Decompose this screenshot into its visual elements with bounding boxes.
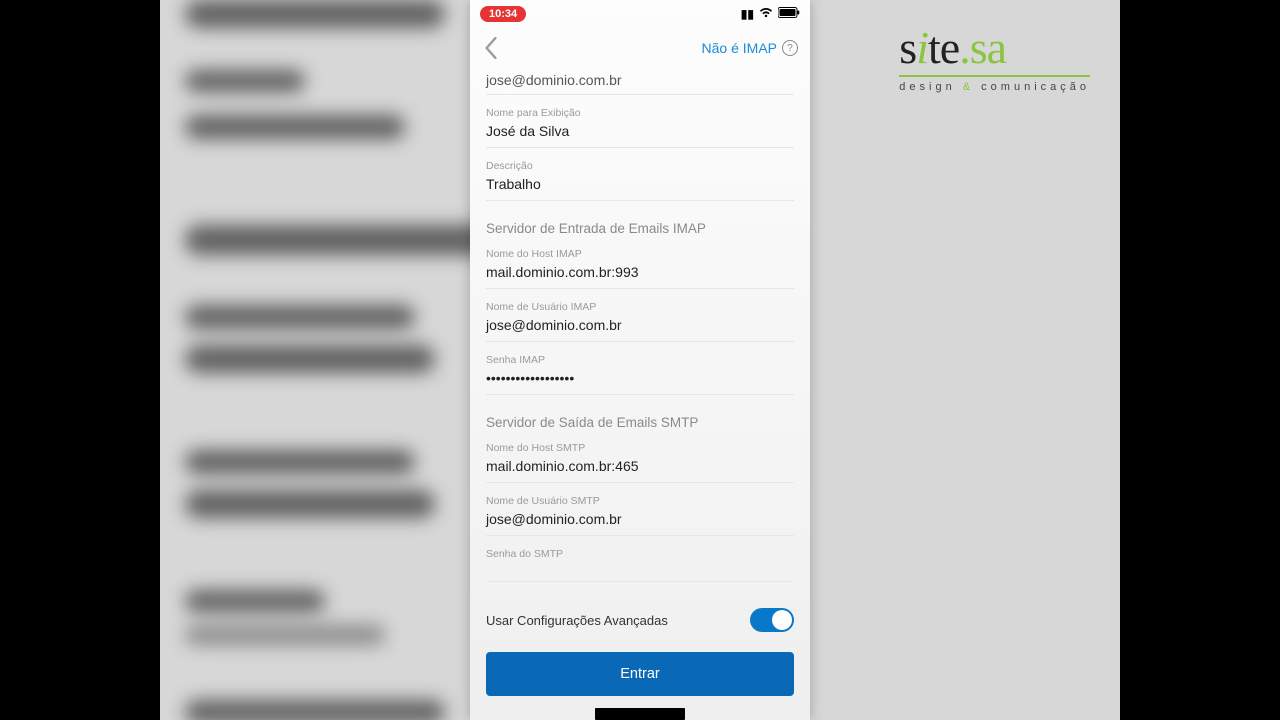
imap-pass-label: Senha IMAP (486, 354, 794, 366)
bg-blur (185, 700, 445, 720)
smtp-host-label: Nome do Host SMTP (486, 442, 794, 454)
cellular-icon: ▮▮ (741, 7, 754, 21)
toggle-knob (772, 610, 792, 630)
bg-blur (185, 0, 445, 28)
imap-host-label: Nome do Host IMAP (486, 248, 794, 260)
display-name-label: Nome para Exibição (486, 107, 794, 119)
back-button[interactable] (476, 33, 506, 63)
battery-icon (778, 7, 800, 21)
bg-blur (185, 625, 385, 645)
email-field[interactable]: jose@dominio.com.br (486, 68, 794, 95)
advanced-label: Usar Configurações Avançadas (486, 613, 668, 628)
imap-pass-field[interactable]: •••••••••••••••••• (486, 366, 794, 395)
description-field[interactable]: Trabalho (486, 172, 794, 201)
wifi-icon (759, 7, 773, 21)
advanced-toggle-row: Usar Configurações Avançadas (486, 608, 794, 632)
bg-blur (185, 345, 435, 373)
bg-blur (185, 490, 435, 518)
imap-user-field[interactable]: jose@dominio.com.br (486, 313, 794, 342)
nav-row: Não é IMAP ? (470, 28, 810, 68)
display-name-field[interactable]: José da Silva (486, 119, 794, 148)
not-imap-link[interactable]: Não é IMAP ? (702, 40, 798, 56)
smtp-host-field[interactable]: mail.dominio.com.br:465 (486, 454, 794, 483)
advanced-toggle[interactable] (750, 608, 794, 632)
bg-blur (185, 590, 325, 612)
bg-blur (185, 305, 415, 329)
smtp-section-title: Servidor de Saída de Emails SMTP (486, 415, 794, 430)
not-imap-label: Não é IMAP (702, 40, 777, 56)
imap-section-title: Servidor de Entrada de Emails IMAP (486, 221, 794, 236)
smtp-user-field[interactable]: jose@dominio.com.br (486, 507, 794, 536)
form-area: jose@dominio.com.br Nome para Exibição J… (470, 68, 810, 720)
brand-wordmark: site.sa (899, 25, 1090, 71)
brand-tagline: design & comunicação (899, 81, 1090, 93)
stage-background: site.sa design & comunicação 10:34 ▮▮ (160, 0, 1120, 720)
brand-logo: site.sa design & comunicação (899, 25, 1090, 93)
status-time: 10:34 (480, 6, 526, 22)
sign-in-button[interactable]: Entrar (486, 652, 794, 696)
smtp-user-label: Nome de Usuário SMTP (486, 495, 794, 507)
bg-blur (185, 70, 305, 92)
imap-host-field[interactable]: mail.dominio.com.br:993 (486, 260, 794, 289)
bg-blur (185, 115, 405, 139)
phone-frame: 10:34 ▮▮ Não é IMAP ? jose@dominio.com.b… (470, 0, 810, 720)
brand-underline (899, 75, 1090, 77)
smtp-pass-label: Senha do SMTP (486, 548, 794, 560)
help-icon: ? (782, 40, 798, 56)
bottom-strip (595, 708, 685, 720)
status-bar: 10:34 ▮▮ (470, 0, 810, 28)
imap-user-label: Nome de Usuário IMAP (486, 301, 794, 313)
description-label: Descrição (486, 160, 794, 172)
smtp-pass-field[interactable] (486, 560, 794, 582)
bg-blur (185, 450, 415, 474)
